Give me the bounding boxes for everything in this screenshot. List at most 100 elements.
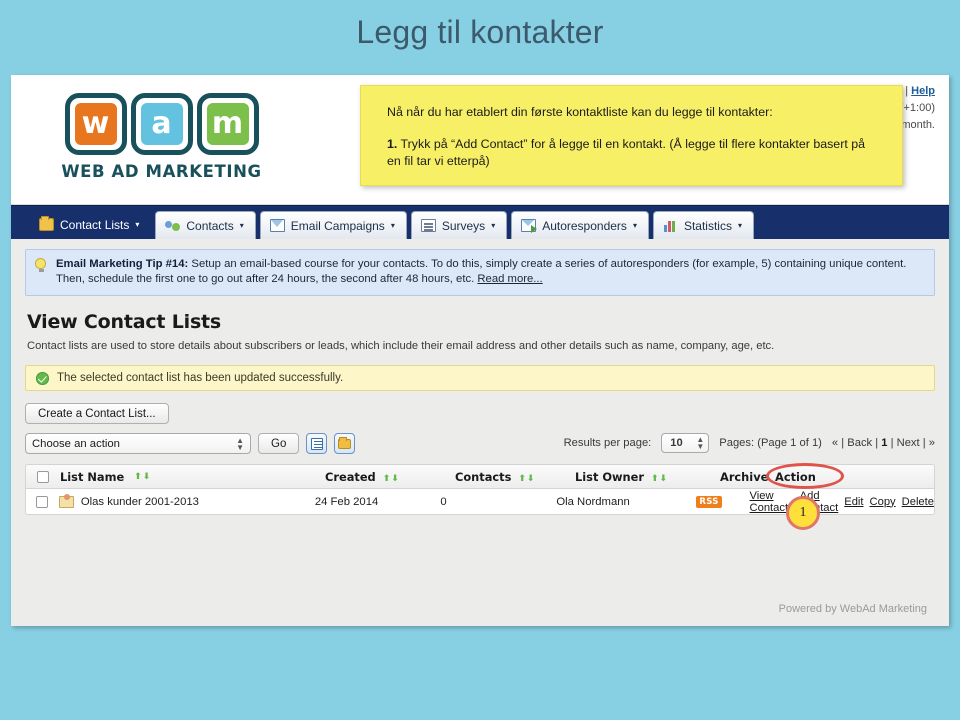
select-all-checkbox[interactable] xyxy=(37,470,49,483)
tab-contact-lists[interactable]: Contact Lists ▾ xyxy=(29,209,152,239)
autoresponder-icon xyxy=(521,219,538,233)
marketing-tip-banner: Email Marketing Tip #14: Setup an email-… xyxy=(25,249,935,296)
column-header-list-owner[interactable]: List Owner ⬆⬇ xyxy=(575,470,720,484)
sort-arrows-icon[interactable]: ⬆⬇ xyxy=(134,472,151,482)
delete-link[interactable]: Delete xyxy=(902,496,934,508)
survey-icon xyxy=(420,219,436,232)
pager-separator: | xyxy=(841,437,845,449)
contact-list-folder-icon xyxy=(58,493,74,508)
table-header-row: List Name ⬆⬇ Created ⬆⬇ Contacts ⬆⬇ List… xyxy=(26,465,934,489)
logo-letter-m: m xyxy=(206,103,249,145)
chevron-down-icon: ▾ xyxy=(135,219,140,229)
folder-user-icon xyxy=(39,216,54,231)
column-header-created[interactable]: Created ⬆⬇ xyxy=(325,470,455,484)
logo-tile-w-icon: w xyxy=(64,93,127,155)
list-name-text[interactable]: Olas kunder 2001-2013 xyxy=(81,496,199,508)
sort-arrows-icon[interactable]: ⬆⬇ xyxy=(651,474,668,484)
column-header-archive: Archive xyxy=(720,469,769,484)
logo-tiles: w a m xyxy=(49,93,274,155)
tab-contact-lists-label: Contact Lists xyxy=(60,217,130,232)
folder-view-icon[interactable] xyxy=(334,433,356,454)
choose-action-value: Choose an action xyxy=(32,437,120,450)
pager-last-link[interactable]: » xyxy=(929,437,935,449)
cell-list-name: Olas kunder 2001-2013 xyxy=(58,493,315,508)
tab-email-campaigns[interactable]: Email Campaigns ▾ xyxy=(259,211,407,239)
pager-links: « | Back | 1 | Next | » xyxy=(832,437,935,449)
list-toolbar: Create a Contact List... Choose an actio… xyxy=(25,403,935,454)
actions-row: Choose an action ▲ ▼ Go Results per page:… xyxy=(25,433,935,454)
column-header-list-name[interactable]: List Name ⬆⬇ xyxy=(60,470,325,484)
column-header-contacts[interactable]: Contacts ⬆⬇ xyxy=(455,470,575,484)
page-description: Contact lists are used to store details … xyxy=(27,340,775,352)
cell-contacts-count: 0 xyxy=(440,495,447,508)
slide-title: Legg til kontakter xyxy=(356,14,604,50)
main-navigation-tabs: Contact Lists ▾ Contacts ▾ Email Campaig… xyxy=(11,205,949,245)
cell-created: 24 Feb 2014 xyxy=(314,495,379,508)
callout-intro: Nå når du har etablert din første kontak… xyxy=(387,105,773,119)
cell-actions: View Contacts Add Contact Edit Copy Dele… xyxy=(750,490,934,514)
logo-wordmark: WEB AD MARKETING xyxy=(61,162,262,181)
row-checkbox-cell xyxy=(26,495,59,508)
list-view-icon[interactable] xyxy=(306,433,328,454)
success-message-bar: The selected contact list has been updat… xyxy=(25,365,935,391)
success-message-text: The selected contact list has been updat… xyxy=(57,372,344,384)
column-label-contacts: Contacts xyxy=(455,469,512,484)
callout-step-number: 1. xyxy=(387,137,398,151)
chevron-down-icon: ▾ xyxy=(737,220,742,230)
bar-chart-icon xyxy=(663,219,678,232)
row-checkbox[interactable] xyxy=(36,495,49,508)
cell-list-owner: Ola Nordmann xyxy=(556,495,630,508)
column-label-created: Created xyxy=(325,469,376,484)
tab-surveys[interactable]: Surveys ▾ xyxy=(410,211,508,239)
pager-separator: | xyxy=(922,437,926,449)
sort-arrows-icon[interactable]: ⬆⬇ xyxy=(383,474,400,484)
logo-letter-a: a xyxy=(140,103,183,145)
pages-label: Pages: (Page 1 of 1) xyxy=(719,437,822,449)
tab-email-campaigns-label: Email Campaigns xyxy=(290,218,385,233)
pager-separator: | xyxy=(875,437,879,449)
help-link[interactable]: Help xyxy=(911,85,935,97)
tab-surveys-label: Surveys xyxy=(441,218,486,233)
tab-statistics-label: Statistics xyxy=(683,218,732,233)
results-per-page-label: Results per page: xyxy=(563,437,652,449)
tab-autoresponders[interactable]: Autoresponders ▾ xyxy=(511,211,649,239)
pager-next-link[interactable]: Next xyxy=(897,437,920,449)
choose-action-select[interactable]: Choose an action ▲ ▼ xyxy=(25,433,251,454)
column-label-list-name: List Name xyxy=(60,469,125,484)
lightbulb-icon xyxy=(35,258,46,272)
chevron-down-icon: ▾ xyxy=(390,220,395,230)
pager-back-link[interactable]: Back xyxy=(847,437,872,449)
step-number-badge: 1 xyxy=(786,496,820,530)
rss-badge[interactable]: RSS xyxy=(696,495,722,508)
page-body: Email Marketing Tip #14: Setup an email-… xyxy=(11,239,949,626)
tip-read-more-link[interactable]: Read more... xyxy=(477,273,542,285)
results-per-page-select[interactable]: 10 ▲ ▼ xyxy=(661,433,710,453)
column-header-action: Action xyxy=(775,469,816,484)
tip-title: Email Marketing Tip #14: xyxy=(56,258,189,270)
copy-link[interactable]: Copy xyxy=(870,496,896,508)
webad-marketing-logo: w a m WEB AD MARKETING xyxy=(49,93,274,181)
paging-controls: Results per page: 10 ▲ ▼ Pages: (Page 1 o… xyxy=(564,433,935,453)
tab-autoresponders-label: Autoresponders xyxy=(542,218,627,233)
sort-arrows-icon[interactable]: ⬆⬇ xyxy=(518,474,535,484)
callout-step-text: Trykk på “Add Contact” for å legge til e… xyxy=(387,137,865,168)
stepper-icon: ▲ ▼ xyxy=(236,435,244,452)
envelope-icon xyxy=(269,219,285,232)
tab-statistics[interactable]: Statistics ▾ xyxy=(652,211,754,239)
pager-first-link[interactable]: « xyxy=(832,437,838,449)
go-button[interactable]: Go xyxy=(258,433,300,454)
chevron-down-icon: ▾ xyxy=(491,220,496,230)
edit-link[interactable]: Edit xyxy=(844,496,863,508)
select-all-checkbox-cell xyxy=(26,470,60,483)
powered-by-text: Powered by WebAd Marketing xyxy=(778,603,927,615)
instruction-callout: Nå når du har etablert din første kontak… xyxy=(360,85,903,186)
create-contact-list-button[interactable]: Create a Contact List... xyxy=(25,403,169,424)
tab-contacts[interactable]: Contacts ▾ xyxy=(155,211,256,239)
chevron-down-icon: ▾ xyxy=(239,220,244,230)
callout-step: 1. Trykk på “Add Contact” for å legge ti… xyxy=(387,136,880,170)
chevron-down-icon: ▾ xyxy=(632,220,637,230)
logo-letter-w: w xyxy=(74,103,117,145)
app-footer: Powered by WebAd Marketing xyxy=(11,592,949,626)
cell-archive: RSS xyxy=(696,495,749,508)
pager-current-page: 1 xyxy=(881,437,888,449)
